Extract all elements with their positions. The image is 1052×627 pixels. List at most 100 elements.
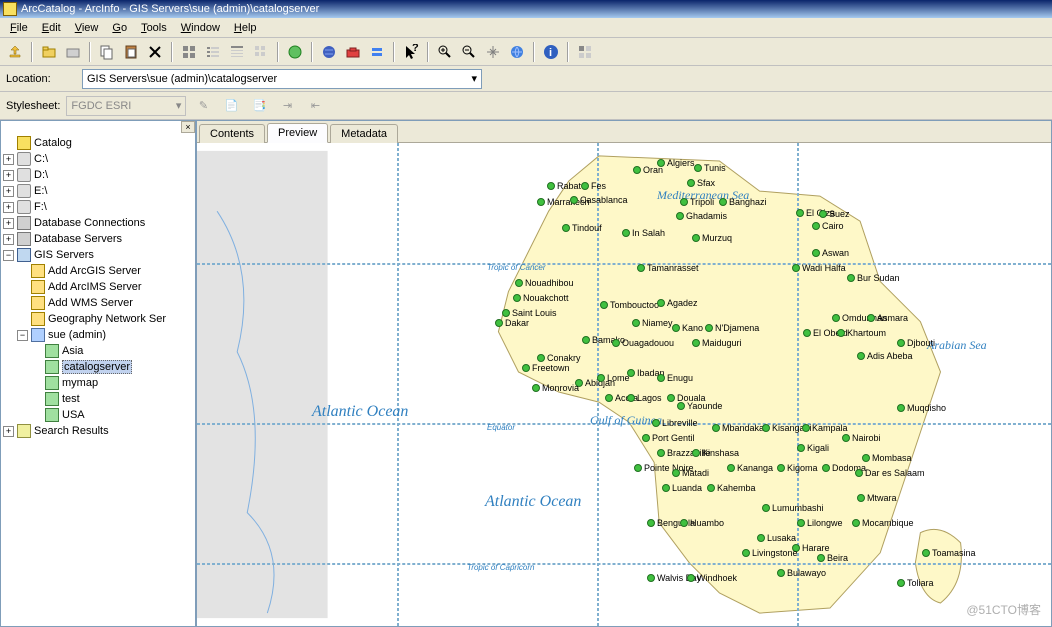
tree-item[interactable]: +Database Connections <box>3 215 193 231</box>
tab-contents[interactable]: Contents <box>199 124 265 143</box>
city-marker: Nairobi <box>842 433 881 443</box>
large-icons-button[interactable] <box>178 41 200 63</box>
tree-label: C:\ <box>34 153 48 165</box>
city-marker: Libreville <box>652 418 698 428</box>
menu-edit[interactable]: Edit <box>36 20 67 36</box>
pan-button[interactable] <box>482 41 504 63</box>
tree-item[interactable]: +Database Servers <box>3 231 193 247</box>
tree-item[interactable]: +E:\ <box>3 183 193 199</box>
stylesheet-combo[interactable]: FGDC ESRI ▾ <box>66 96 186 116</box>
tree-item[interactable]: test <box>3 391 193 407</box>
catalog-icon <box>17 136 31 150</box>
tree-item[interactable]: Catalog <box>3 135 193 151</box>
thumbnails-button[interactable] <box>250 41 272 63</box>
dropdown-icon: ▾ <box>176 99 182 112</box>
city-marker: Asmara <box>867 313 908 323</box>
map-preview[interactable]: Atlantic OceanAtlantic OceanArabian SeaM… <box>197 143 1051 626</box>
expander-icon[interactable]: + <box>3 218 14 229</box>
ocean-label: Arabian Sea <box>927 338 987 353</box>
city-marker: Mocambique <box>852 518 914 528</box>
zoom-out-button[interactable] <box>458 41 480 63</box>
city-marker: Dar es Salaam <box>855 468 925 478</box>
city-marker: Kinshasa <box>692 448 739 458</box>
city-marker: Tindouf <box>562 223 602 233</box>
up-button[interactable] <box>4 41 26 63</box>
city-marker: Lumumbashi <box>762 503 824 513</box>
tree-label: catalogserver <box>62 360 132 374</box>
city-marker: Beira <box>817 553 848 563</box>
tree-item[interactable]: USA <box>3 407 193 423</box>
tab-preview[interactable]: Preview <box>267 123 328 143</box>
create-thumbnail-button[interactable] <box>574 41 596 63</box>
identify-button[interactable]: i <box>540 41 562 63</box>
dropdown-icon[interactable]: ▾ <box>471 72 477 85</box>
tree-label: F:\ <box>34 201 47 213</box>
edit-metadata-button: ✎ <box>192 95 214 117</box>
main-area: × Catalog+C:\+D:\+E:\+F:\+Database Conne… <box>0 120 1052 627</box>
tree-item[interactable]: Add ArcGIS Server <box>3 263 193 279</box>
expander-icon[interactable]: + <box>3 426 14 437</box>
details-button[interactable] <box>226 41 248 63</box>
connect-folder-button[interactable] <box>38 41 60 63</box>
help-pointer-button[interactable]: ? <box>400 41 422 63</box>
globe-button[interactable] <box>318 41 340 63</box>
tree-item[interactable]: −GIS Servers <box>3 247 193 263</box>
expander-icon[interactable]: + <box>3 154 14 165</box>
catalog-tree[interactable]: Catalog+C:\+D:\+E:\+F:\+Database Connect… <box>1 133 195 626</box>
list-button[interactable] <box>202 41 224 63</box>
expander-icon[interactable]: + <box>3 170 14 181</box>
expander-icon[interactable]: − <box>3 250 14 261</box>
add-icon <box>31 312 45 326</box>
paste-button[interactable] <box>120 41 142 63</box>
tree-item[interactable]: + D:\ <box>3 167 193 183</box>
expander-icon[interactable]: + <box>3 234 14 245</box>
menu-help[interactable]: Help <box>228 20 263 36</box>
tree-item[interactable]: Add WMS Server <box>3 295 193 311</box>
tree-item[interactable]: Asia <box>3 343 193 359</box>
city-marker: Harare <box>792 543 830 553</box>
menu-tools[interactable]: Tools <box>135 20 173 36</box>
export-metadata-button: ⇤ <box>304 95 326 117</box>
city-marker: Nouadhibou <box>515 278 574 288</box>
city-marker: Cairo <box>812 221 844 231</box>
close-tree-button[interactable]: × <box>181 121 195 133</box>
full-extent-button[interactable] <box>506 41 528 63</box>
menu-file[interactable]: File <box>4 20 34 36</box>
expander-icon[interactable]: − <box>17 330 28 341</box>
tropic-label: Tropic of Cancer <box>487 263 546 272</box>
city-marker: Yaounde <box>677 401 722 411</box>
tree-item[interactable]: Add ArcIMS Server <box>3 279 193 295</box>
launch-arcmap-button[interactable] <box>284 41 306 63</box>
tree-item[interactable]: −sue (admin) <box>3 327 193 343</box>
zoom-in-button[interactable] <box>434 41 456 63</box>
city-marker: Adis Abeba <box>857 351 913 361</box>
copy-button[interactable] <box>96 41 118 63</box>
city-marker: N'Djamena <box>705 323 759 333</box>
city-marker: Muqdisho <box>897 403 946 413</box>
disconnect-folder-button[interactable] <box>62 41 84 63</box>
tree-item[interactable]: + F:\ <box>3 199 193 215</box>
menu-go[interactable]: Go <box>106 20 133 36</box>
tree-item[interactable]: +Search Results <box>3 423 193 439</box>
city-marker: Djbouti <box>897 338 935 348</box>
expander-icon[interactable]: + <box>3 202 14 213</box>
city-marker: Tunis <box>694 163 726 173</box>
gis-servers-button[interactable] <box>366 41 388 63</box>
tree-label: D:\ <box>34 169 48 181</box>
drive-icon <box>17 200 31 214</box>
tree-item[interactable]: mymap <box>3 375 193 391</box>
menu-window[interactable]: Window <box>175 20 226 36</box>
city-marker: Lilongwe <box>797 518 843 528</box>
svg-text:?: ? <box>412 44 419 54</box>
tree-item[interactable]: catalogserver <box>3 359 193 375</box>
location-combo[interactable]: GIS Servers\sue (admin)\catalogserver ▾ <box>82 69 482 89</box>
tree-item[interactable]: Geography Network Ser <box>3 311 193 327</box>
city-marker: Nouakchott <box>513 293 569 303</box>
toolbox-button[interactable] <box>342 41 364 63</box>
expander-icon[interactable]: + <box>3 186 14 197</box>
city-marker: Ouagadouou <box>612 338 674 348</box>
menu-view[interactable]: View <box>69 20 105 36</box>
tab-metadata[interactable]: Metadata <box>330 124 398 143</box>
tree-item[interactable]: + C:\ <box>3 151 193 167</box>
delete-button[interactable] <box>144 41 166 63</box>
